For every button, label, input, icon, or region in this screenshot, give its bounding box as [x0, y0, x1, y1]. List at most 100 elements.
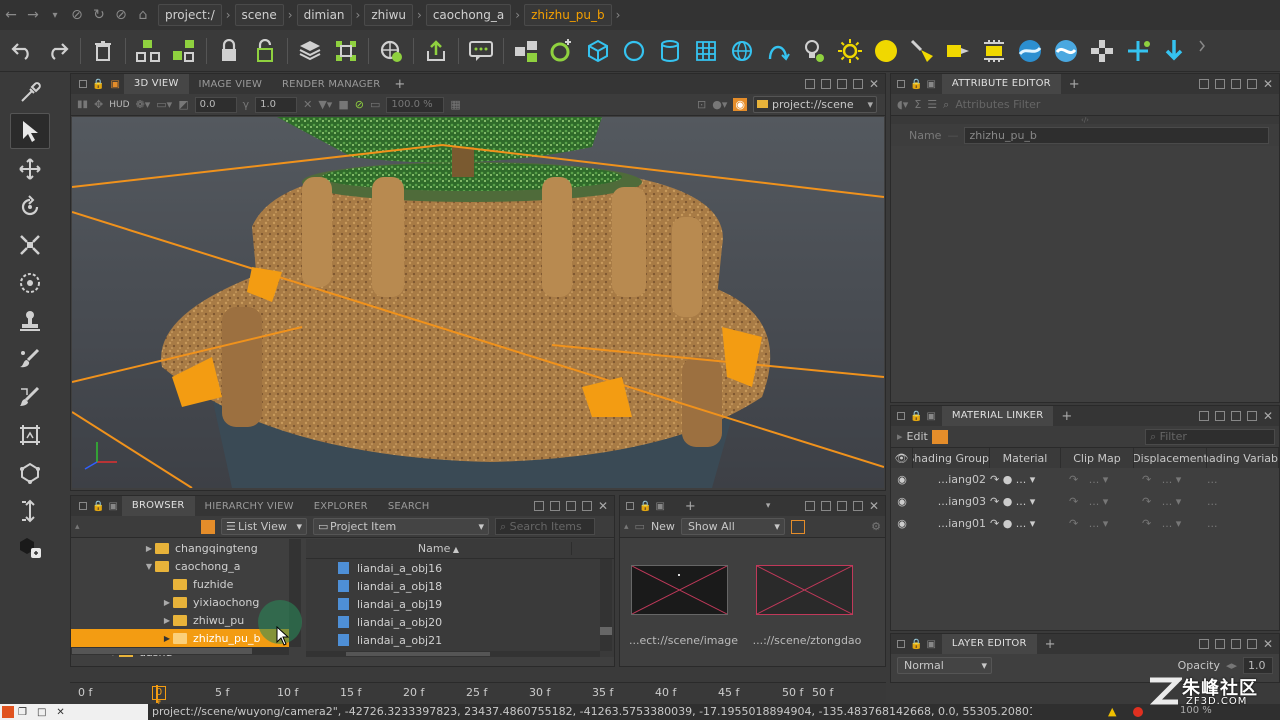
tree-item-caochong[interactable]: ▼ caochong_a: [71, 557, 303, 575]
refresh-icon[interactable]: ↻: [88, 4, 110, 26]
material-row[interactable]: ◉ ...iang03 ↷ ● ... ▾ ↷ ... ▾ ↷ ... ▾ ..…: [891, 490, 1279, 512]
collapse-up-icon[interactable]: ▴: [624, 522, 629, 532]
scale-icon[interactable]: [10, 227, 50, 263]
blend-mode-dropdown[interactable]: Normal ▾: [897, 656, 992, 674]
attributes-filter-input[interactable]: Attributes Filter: [955, 98, 1279, 111]
edit-menu[interactable]: Edit: [907, 430, 928, 443]
expand-arrow-icon[interactable]: ▶: [143, 544, 155, 553]
close-icon[interactable]: ✕: [1263, 410, 1273, 422]
visibility-eye-icon[interactable]: ◉: [733, 98, 747, 111]
breadcrumb-project[interactable]: project:/: [158, 4, 222, 26]
layout-vertical-icon[interactable]: [837, 501, 847, 511]
displacement-slot-icon[interactable]: ↷ ... ▾: [1134, 495, 1207, 508]
eye-icon[interactable]: ◉: [891, 473, 913, 486]
panel-pin-icon[interactable]: ▣: [110, 79, 119, 90]
camera-view-icon[interactable]: ▭▾: [156, 98, 172, 111]
merge-icon[interactable]: [328, 33, 364, 69]
breadcrumb-current[interactable]: zhizhu_pu_b: [524, 4, 612, 26]
panel-lock-icon[interactable]: 🔒: [92, 79, 104, 90]
file-scroll-thumb[interactable]: [600, 627, 612, 635]
col-clip-map[interactable]: Clip Map: [1061, 448, 1134, 468]
panel-pin-icon[interactable]: ▣: [655, 501, 664, 512]
file-row[interactable]: liandai_a_obj21: [306, 631, 614, 649]
tab-image-view[interactable]: IMAGE VIEW: [189, 79, 272, 90]
material-filter-input[interactable]: ⌕ Filter: [1145, 428, 1275, 445]
stop-icon[interactable]: ⊘: [66, 4, 88, 26]
expand-arrow-icon[interactable]: ▶: [161, 634, 173, 643]
filter-list-icon[interactable]: ☰: [927, 98, 937, 111]
snapshot-icon[interactable]: ▦: [450, 98, 460, 111]
delete-icon[interactable]: [85, 33, 121, 69]
col-material[interactable]: Material: [990, 448, 1061, 468]
redo-icon[interactable]: [40, 33, 76, 69]
tab-search[interactable]: SEARCH: [378, 501, 440, 512]
expand-arrow-icon[interactable]: ▶: [161, 598, 173, 607]
close-icon[interactable]: ✕: [1263, 638, 1273, 650]
pivot-icon[interactable]: [10, 265, 50, 301]
environment-icon[interactable]: [1012, 33, 1048, 69]
undo-icon[interactable]: [4, 33, 40, 69]
transform-handle-icon[interactable]: ✥: [94, 98, 103, 111]
collapse-up-icon[interactable]: ▴: [75, 522, 195, 532]
browser-mode-icon[interactable]: [201, 519, 215, 534]
layout-vertical-icon[interactable]: [1231, 411, 1241, 421]
navigation-icon[interactable]: ⊡: [697, 98, 706, 111]
file-h-scroll-thumb[interactable]: [346, 652, 490, 656]
breadcrumb-caochong[interactable]: caochong_a: [425, 4, 512, 26]
clip-map-slot-icon[interactable]: ↷ ... ▾: [1061, 517, 1134, 530]
panel-menu-icon[interactable]: [897, 640, 905, 648]
curve-icon[interactable]: [760, 33, 796, 69]
comment-icon[interactable]: ◖▾: [897, 98, 908, 111]
layout-horizontal-icon[interactable]: [821, 79, 831, 89]
shading-ball-icon[interactable]: ●▾: [712, 98, 727, 111]
paint-brush-icon[interactable]: [10, 341, 50, 377]
measure-icon[interactable]: [10, 493, 50, 529]
sum-icon[interactable]: Σ: [914, 98, 921, 111]
gamma-icon[interactable]: γ: [243, 98, 250, 111]
cube-icon[interactable]: [580, 33, 616, 69]
warning-icon[interactable]: ▲: [1108, 705, 1116, 718]
opacity-arrows-icon[interactable]: ◂▸: [1226, 659, 1237, 672]
layout-horizontal-icon[interactable]: [821, 501, 831, 511]
material-slot-icon[interactable]: ↷ ● ... ▾: [990, 495, 1061, 508]
tab-hierarchy-view[interactable]: HIERARCHY VIEW: [195, 501, 304, 512]
tree-item-fuzhide[interactable]: fuzhide: [71, 575, 303, 593]
exposure-field[interactable]: 0.0: [194, 96, 237, 113]
opacity-field[interactable]: 1.0: [1243, 656, 1273, 674]
reference-icon[interactable]: [373, 33, 409, 69]
add-tab-icon[interactable]: +: [1045, 637, 1056, 652]
render-toggle-icon[interactable]: ⊘: [355, 98, 364, 111]
restore-icon[interactable]: ❐: [18, 707, 27, 718]
sky-icon[interactable]: [1048, 33, 1084, 69]
tab-attribute-editor[interactable]: ATTRIBUTE EDITOR: [941, 74, 1061, 94]
tab-layer-editor[interactable]: LAYER EDITOR: [941, 634, 1037, 654]
console-icon[interactable]: [463, 33, 499, 69]
item-type-dropdown[interactable]: ▭ Project Item ▾: [313, 518, 489, 535]
variables-slot-icon[interactable]: ...: [1207, 517, 1218, 530]
circle-icon[interactable]: [616, 33, 652, 69]
breadcrumb-scene[interactable]: scene: [234, 4, 284, 26]
material-link-icon[interactable]: [931, 429, 948, 444]
tab-explorer[interactable]: EXPLORER: [304, 501, 378, 512]
maximize-window-icon[interactable]: □: [37, 707, 46, 718]
panel-menu-icon[interactable]: [897, 412, 905, 420]
col-shading-variables[interactable]: Shading Variab: [1207, 448, 1279, 468]
viewport-canvas[interactable]: [72, 117, 884, 488]
variables-slot-icon[interactable]: ...: [1207, 473, 1218, 486]
block-icon[interactable]: ⊘: [110, 4, 132, 26]
eyedropper-icon[interactable]: [10, 75, 50, 111]
ztongdao-thumbnail[interactable]: [756, 565, 853, 615]
panel-options-icon[interactable]: ▮▮: [77, 99, 88, 110]
filter-icon[interactable]: ▼▾: [318, 98, 332, 111]
settings-gear-icon[interactable]: ⚙: [871, 520, 881, 533]
maximize-icon[interactable]: [1247, 411, 1257, 421]
move-icon[interactable]: [10, 151, 50, 187]
camera-icon[interactable]: ■: [338, 98, 348, 111]
layout-horizontal-icon[interactable]: [1215, 79, 1225, 89]
add-locator-icon[interactable]: [1120, 33, 1156, 69]
add-tab-icon[interactable]: +: [1069, 77, 1080, 92]
import-icon[interactable]: [418, 33, 454, 69]
light-rig-icon[interactable]: [976, 33, 1012, 69]
panel-pin-icon[interactable]: ▣: [926, 411, 935, 422]
col-shading-group[interactable]: Shading Group: [913, 448, 990, 468]
